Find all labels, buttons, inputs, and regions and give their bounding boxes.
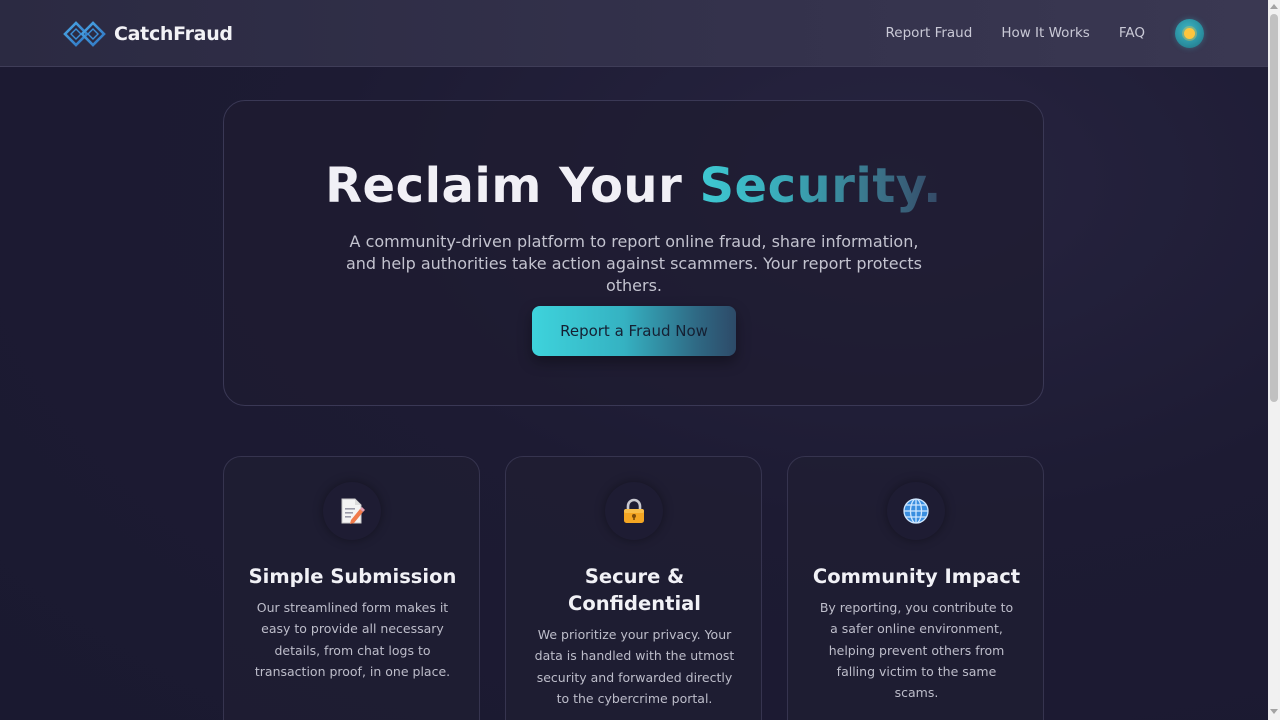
hero-title: Reclaim Your Security. <box>224 158 1043 214</box>
feature-card-simple-submission: Simple Submission Our streamlined form m… <box>223 456 480 720</box>
feature-card-secure-confidential: Secure & Confidential We prioritize your… <box>505 456 762 720</box>
memo-icon <box>323 482 381 540</box>
feature-title: Community Impact <box>812 565 1021 588</box>
scroll-up-arrow-icon[interactable] <box>1270 4 1278 9</box>
logo-icon <box>63 21 106 47</box>
scroll-down-arrow-icon[interactable] <box>1270 709 1278 714</box>
hero-subtitle: A community-driven platform to report on… <box>345 232 923 295</box>
feature-description: Our streamlined form makes it easy to pr… <box>254 600 451 679</box>
brand-logo[interactable]: CatchFraud <box>63 17 233 51</box>
nav-link-report-fraud[interactable]: Report Fraud <box>886 25 973 41</box>
feature-card-community-impact: Community Impact By reporting, you contr… <box>787 456 1044 720</box>
feature-title: Simple Submission <box>248 565 457 588</box>
globe-icon <box>887 482 945 540</box>
nav-links: Report Fraud How It Works FAQ <box>857 25 1145 41</box>
page-scrollbar[interactable] <box>1268 0 1280 720</box>
hero-title-main: Reclaim Your <box>325 158 700 214</box>
navbar: CatchFraud Report Fraud How It Works FAQ <box>0 0 1268 67</box>
sun-icon <box>1184 28 1195 39</box>
scroll-thumb[interactable] <box>1270 14 1278 402</box>
report-fraud-button[interactable]: Report a Fraud Now <box>532 306 736 356</box>
lock-icon <box>605 482 663 540</box>
nav-link-faq[interactable]: FAQ <box>1119 25 1145 41</box>
feature-title: Secure & Confidential <box>568 565 701 615</box>
feature-description: We prioritize your privacy. Your data is… <box>534 627 735 706</box>
feature-description: By reporting, you contribute to a safer … <box>819 600 1014 701</box>
hero-title-accent: Security. <box>699 158 942 214</box>
hero-card: Reclaim Your Security. A community-drive… <box>223 100 1044 406</box>
brand-name: CatchFraud <box>114 23 233 45</box>
theme-toggle-button[interactable] <box>1175 19 1204 48</box>
nav-link-how-it-works[interactable]: How It Works <box>1001 25 1090 41</box>
